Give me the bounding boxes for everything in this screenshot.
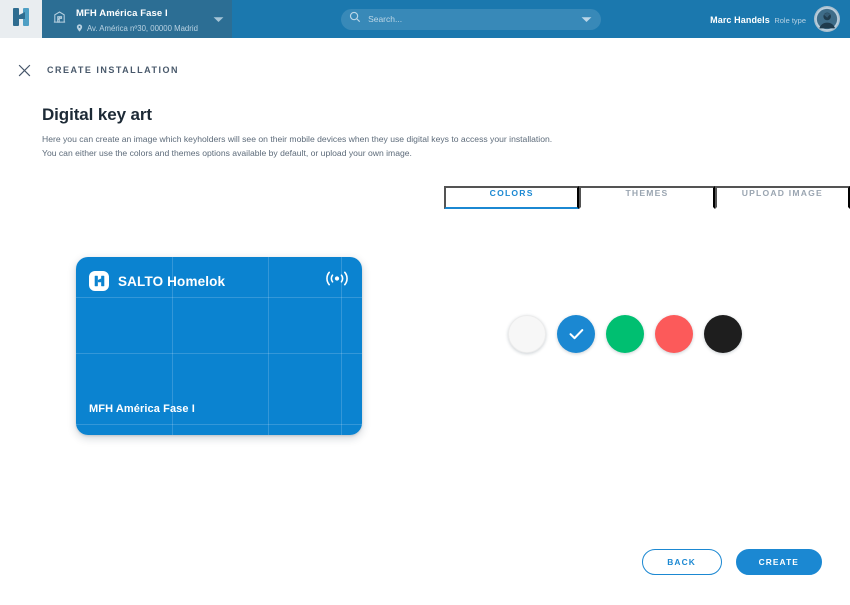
- color-swatch-list: [442, 257, 808, 354]
- search-filter-chevron-down-icon[interactable]: [581, 10, 592, 28]
- top-navigation-bar: MFH América Fase I Av. América nº30, 000…: [0, 0, 850, 38]
- avatar[interactable]: [814, 6, 840, 32]
- page-description: Here you can create an image which keyho…: [42, 132, 662, 160]
- salto-h-logo-icon: [89, 271, 109, 292]
- user-name: Marc Handels: [710, 14, 770, 25]
- installation-selector[interactable]: MFH América Fase I Av. América nº30, 000…: [42, 0, 232, 38]
- swatch-black[interactable]: [704, 315, 742, 354]
- page-title: Digital key art: [42, 105, 152, 124]
- chevron-down-icon[interactable]: [213, 10, 224, 28]
- swatch-white[interactable]: [508, 315, 546, 354]
- card-header-row: SALTO Homelok: [89, 270, 349, 292]
- tab-themes[interactable]: THEMES: [579, 186, 715, 210]
- card-installation-name: MFH América Fase I: [89, 403, 195, 416]
- homelok-h-logo-icon: [10, 7, 32, 32]
- contactless-nfc-icon: [325, 270, 349, 292]
- key-art-editor: SALTO Homelok MFH América Fase I: [42, 257, 808, 436]
- installation-name: MFH América Fase I: [76, 8, 168, 20]
- close-icon[interactable]: [13, 59, 35, 81]
- key-art-preview-column: SALTO Homelok MFH América Fase I: [42, 257, 442, 436]
- user-menu[interactable]: Marc Handels Role type: [710, 0, 850, 38]
- page-description-line-2: You can either use the colors and themes…: [42, 148, 412, 159]
- building-icon: [52, 9, 67, 29]
- back-button[interactable]: BACK: [641, 549, 722, 575]
- tab-upload-image[interactable]: UPLOAD IMAGE: [714, 186, 850, 210]
- swatch-red[interactable]: [655, 315, 693, 354]
- key-art-tabs: COLORS THEMES UPLOAD IMAGE: [444, 186, 850, 210]
- installation-address: Av. América nº30, 00000 Madrid: [87, 23, 198, 33]
- swatch-blue[interactable]: [557, 315, 595, 354]
- main-content: Digital key art Here you can create an i…: [0, 105, 850, 436]
- search-icon: [349, 10, 361, 28]
- search-input[interactable]: [368, 14, 575, 24]
- breadcrumb: CREATE INSTALLATION: [47, 65, 179, 75]
- footer-actions: BACK CREATE: [641, 549, 822, 575]
- user-role: Role type: [774, 15, 806, 25]
- digital-key-card-preview: SALTO Homelok MFH América Fase I: [76, 257, 362, 436]
- tab-colors[interactable]: COLORS: [444, 186, 580, 210]
- page-header: CREATE INSTALLATION: [0, 38, 850, 81]
- global-search-area: [232, 0, 710, 38]
- search-box[interactable]: [341, 8, 602, 30]
- app-logo-button[interactable]: [0, 0, 42, 38]
- swatch-green[interactable]: [606, 315, 644, 354]
- card-brand-name: SALTO Homelok: [118, 273, 226, 289]
- page-description-line-1: Here you can create an image which keyho…: [42, 134, 553, 144]
- create-button[interactable]: CREATE: [735, 549, 822, 575]
- location-pin-icon: [76, 24, 83, 35]
